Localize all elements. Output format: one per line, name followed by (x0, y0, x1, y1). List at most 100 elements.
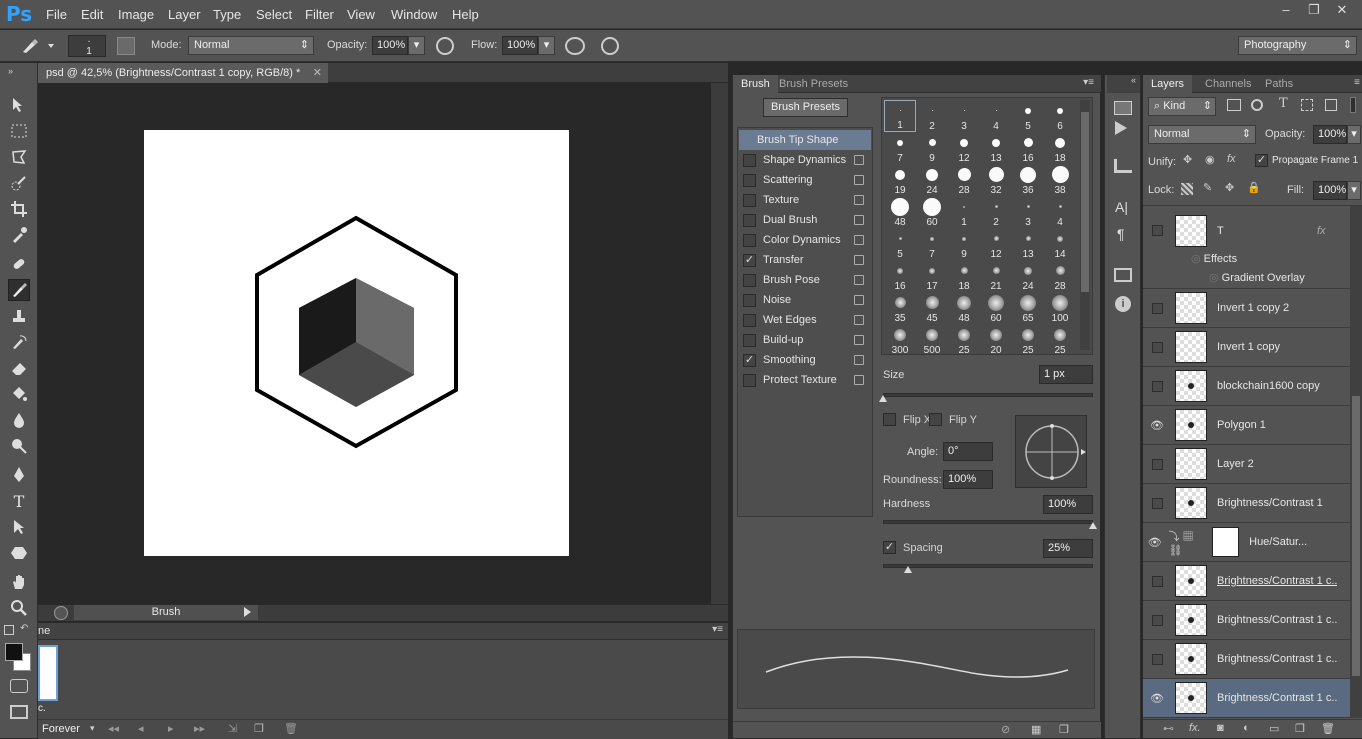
tab-brush-presets[interactable]: Brush Presets (771, 75, 856, 93)
brush-option-checkbox[interactable] (743, 173, 756, 187)
hand-tool-icon[interactable] (8, 571, 30, 593)
lock-icon[interactable] (854, 155, 864, 165)
lock-transparency-icon[interactable] (1181, 183, 1193, 195)
tab-paths[interactable]: Paths (1257, 75, 1301, 93)
close-icon[interactable]: ✕ (1328, 0, 1356, 20)
visibility-toggle[interactable] (1143, 341, 1171, 353)
blur-tool-icon[interactable] (8, 409, 30, 431)
tween-icon[interactable]: ⇲ (228, 722, 237, 735)
brush-tip-preset[interactable]: 24 (1012, 260, 1044, 292)
size-slider[interactable] (883, 393, 1093, 397)
brush-option-checkbox[interactable] (743, 273, 756, 287)
visibility-toggle[interactable] (1143, 302, 1171, 314)
menu-select[interactable]: Select (256, 7, 292, 22)
fill-dropdown-icon[interactable]: ▾ (1347, 181, 1361, 200)
brush-option-checkbox[interactable] (743, 313, 756, 327)
crop-tool-icon[interactable] (8, 198, 30, 220)
tool-preset-dropdown-icon[interactable] (48, 44, 54, 48)
brush-option-item[interactable]: Texture (739, 190, 864, 210)
brush-tip-preset[interactable]: 4 (1044, 196, 1076, 228)
new-adjustment-icon[interactable]: ◐ (1243, 722, 1250, 734)
effects-row[interactable]: ◎ Effects (1191, 252, 1237, 265)
brush-tip-preset[interactable]: 9 (948, 228, 980, 260)
adjustments-icon[interactable] (1114, 159, 1132, 173)
brush-tip-preset[interactable]: 25 (1044, 324, 1076, 356)
brush-tip-preset[interactable]: 16 (884, 260, 916, 292)
delete-frame-icon[interactable]: 🗑 (284, 722, 298, 735)
brush-option-checkbox[interactable]: ✓ (743, 253, 756, 267)
layer-mask-thumbnail[interactable] (1211, 527, 1240, 557)
layer-filter-select[interactable]: ⌕ Kind ⇕ (1148, 97, 1216, 116)
layer-row[interactable]: 👁 Brightness/Contrast 1 c... (1143, 679, 1350, 718)
visibility-toggle[interactable] (1143, 497, 1171, 509)
marquee-tool-icon[interactable] (8, 120, 30, 142)
document-tab[interactable]: psd @ 42,5% (Brightness/Contrast 1 copy,… (38, 63, 328, 83)
pixel-filter-icon[interactable] (1227, 99, 1241, 111)
frame-delay[interactable]: c. (38, 703, 46, 714)
brush-tip-preset[interactable]: 65 (1012, 292, 1044, 324)
menu-type[interactable]: Type (213, 7, 241, 22)
panel-menu-icon[interactable]: ▾≡ (712, 624, 723, 635)
brush-option-item[interactable]: Noise (739, 290, 864, 310)
lock-icon[interactable] (854, 315, 864, 325)
swap-colors-icon[interactable]: ↶ (20, 623, 28, 634)
eye-icon[interactable]: ◎ (1209, 272, 1222, 284)
lock-pixels-icon[interactable]: ✎ (1203, 181, 1212, 194)
angle-roundness-widget[interactable] (1015, 415, 1087, 488)
layer-row[interactable]: Brightness/Contrast 1 c... (1143, 562, 1350, 601)
brush-tip-preset[interactable]: 38 (1044, 164, 1076, 196)
brush-option-checkbox[interactable] (743, 293, 756, 307)
pressure-size-icon[interactable] (601, 37, 619, 55)
layer-row[interactable]: 👁 ⤵ ▦ ⛓ Hue/Satur... (1143, 523, 1350, 562)
unify-position-icon[interactable]: ✥ (1183, 153, 1192, 166)
dodge-tool-icon[interactable] (8, 435, 30, 457)
play-icon[interactable]: ▸ (168, 722, 174, 735)
shape-tool-icon[interactable] (8, 542, 30, 564)
new-brush-icon[interactable]: ❐ (1059, 723, 1069, 736)
brush-tip-preset[interactable]: 48 (884, 196, 916, 228)
brush-size-picker[interactable]: · 1 (68, 35, 106, 57)
unify-visibility-icon[interactable]: ◉ (1205, 153, 1215, 166)
brush-tip-preset[interactable]: 4 (980, 100, 1012, 132)
brush-tip-preset[interactable]: 7 (916, 228, 948, 260)
status-arrow-icon[interactable] (244, 607, 251, 617)
brush-tip-preset[interactable]: 100 (1044, 292, 1076, 324)
tab-channels[interactable]: Channels (1197, 75, 1259, 93)
menu-window[interactable]: Window (391, 7, 437, 22)
eraser-tool-icon[interactable] (8, 357, 30, 379)
healing-brush-tool-icon[interactable] (8, 253, 30, 275)
layer-row[interactable]: Invert 1 copy 2 (1143, 289, 1350, 328)
brush-tip-preset[interactable]: 17 (916, 260, 948, 292)
brush-tip-preset[interactable]: 14 (1044, 228, 1076, 260)
first-frame-icon[interactable]: ◂◂ (108, 722, 119, 735)
brush-option-checkbox[interactable]: ✓ (743, 353, 756, 367)
actions-play-icon[interactable] (1115, 121, 1127, 135)
brush-presets-button[interactable]: Brush Presets (763, 98, 848, 117)
brush-tip-preset[interactable]: 9 (916, 132, 948, 164)
brush-tip-preset[interactable]: 13 (1012, 228, 1044, 260)
clone-stamp-tool-icon[interactable] (8, 305, 30, 327)
spacing-input[interactable]: 25% (1043, 539, 1093, 558)
hardness-slider[interactable] (883, 520, 1093, 524)
lasso-tool-icon[interactable] (8, 146, 30, 168)
lock-icon[interactable] (854, 335, 864, 345)
brush-tip-preset[interactable]: 28 (1044, 260, 1076, 292)
next-frame-icon[interactable]: ▸▸ (194, 722, 205, 735)
3d-icon[interactable] (1114, 268, 1132, 282)
visibility-toggle[interactable] (1143, 614, 1171, 626)
visibility-toggle[interactable] (1143, 458, 1171, 470)
pen-tool-icon[interactable] (8, 464, 30, 486)
menu-file[interactable]: File (46, 7, 67, 22)
layer-row[interactable]: Brightness/Contrast 1 c... (1143, 601, 1350, 640)
collapse-icon[interactable]: » (8, 66, 13, 76)
brush-tip-preset[interactable]: 3 (948, 100, 980, 132)
brush-grid-icon[interactable]: ▦ (1031, 723, 1041, 736)
brush-tip-preset[interactable]: 12 (980, 228, 1012, 260)
add-style-icon[interactable]: fx. (1189, 722, 1201, 734)
angle-input[interactable]: 0° (943, 442, 993, 461)
tip-grid-scrollbar[interactable] (1080, 100, 1090, 350)
type-tool-icon[interactable]: T (8, 490, 30, 512)
filter-toggle[interactable] (1350, 97, 1356, 113)
brush-tip-preset[interactable]: 5 (884, 228, 916, 260)
brush-panel-toggle-icon[interactable] (117, 37, 135, 55)
